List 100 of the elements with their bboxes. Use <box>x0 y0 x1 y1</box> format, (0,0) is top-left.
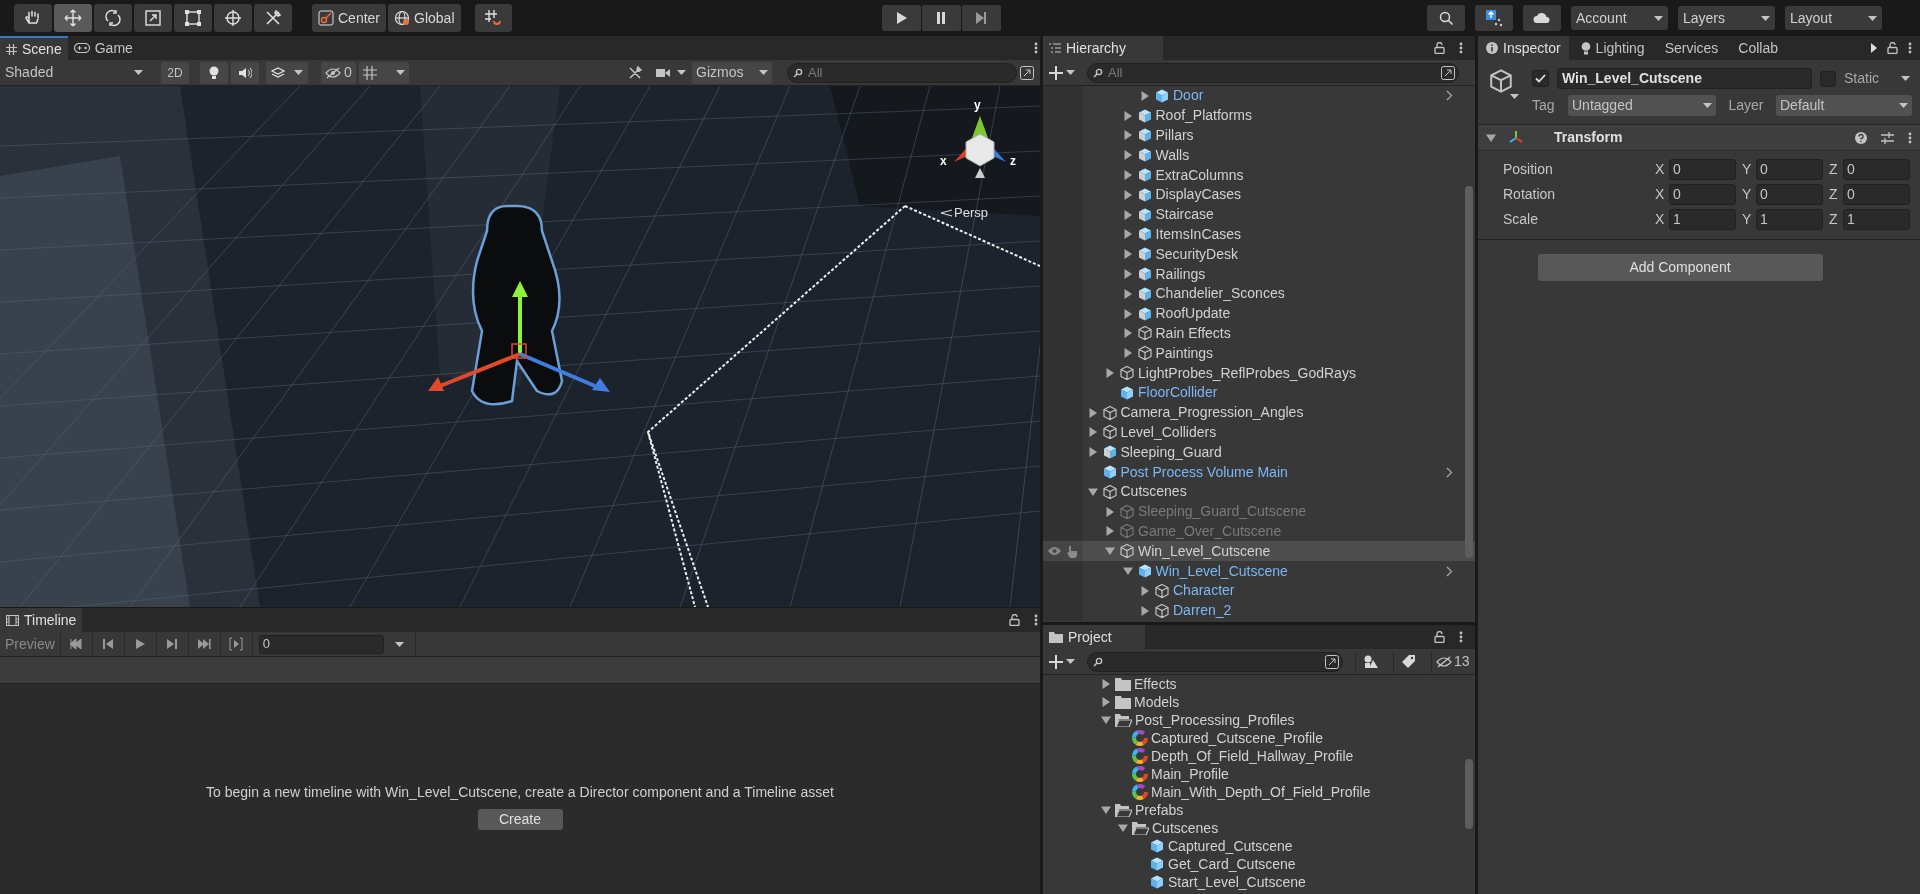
search-field[interactable]: All <box>787 62 1017 83</box>
hand-tool-button[interactable] <box>14 4 52 32</box>
tree-row[interactable]: DisplayCases <box>1043 185 1475 205</box>
tree-toggle-icon[interactable] <box>1122 150 1133 161</box>
pivot-mode-button[interactable]: Center <box>312 4 387 32</box>
layout-dropdown[interactable]: Layout <box>1785 6 1882 30</box>
tree-toggle-icon[interactable] <box>1087 486 1098 497</box>
tree-toggle-icon[interactable] <box>1140 90 1150 101</box>
scrollbar-thumb[interactable] <box>1465 186 1473 558</box>
search-field[interactable]: All <box>1087 62 1459 83</box>
expand-icon[interactable] <box>1020 65 1034 80</box>
tree-row[interactable]: Walls <box>1043 145 1475 166</box>
lock-icon[interactable] <box>1434 42 1445 54</box>
tree-toggle-icon[interactable] <box>1122 308 1133 319</box>
tree-toggle-icon[interactable] <box>1105 526 1115 537</box>
tree-row[interactable]: Captured_Cutscene_Profile <box>1043 729 1475 747</box>
tree-toggle-icon[interactable] <box>1122 249 1133 260</box>
tab-overflow-icon[interactable] <box>1871 43 1877 53</box>
tree-row[interactable]: LightProbes_ReflProbes_GodRays <box>1043 363 1475 383</box>
number-field[interactable]: 0 <box>1756 158 1823 180</box>
grid-dropdown[interactable] <box>358 61 409 84</box>
number-field[interactable]: 0 <box>1843 183 1910 205</box>
number-field[interactable]: 0 <box>1669 158 1736 180</box>
play-button[interactable] <box>881 5 921 31</box>
presets-icon[interactable] <box>1881 131 1894 144</box>
panel-tab[interactable]: Collab <box>1730 36 1787 60</box>
tree-toggle-icon[interactable] <box>1122 229 1133 240</box>
tree-toggle-icon[interactable] <box>1122 566 1133 576</box>
panel-tab[interactable]: Scene <box>0 36 68 60</box>
tree-toggle-icon[interactable] <box>1118 823 1128 833</box>
tree-row[interactable]: Main_Profile <box>1043 765 1475 783</box>
tree-toggle-icon[interactable] <box>1087 427 1098 438</box>
tree-row[interactable]: Pillars <box>1043 125 1475 146</box>
more-options-icon[interactable] <box>1034 614 1038 626</box>
number-field[interactable]: 1 <box>1756 208 1823 230</box>
tree-row[interactable]: Get_Card_Cutscene <box>1043 855 1475 873</box>
search-field[interactable] <box>1087 651 1343 672</box>
tree-toggle-icon[interactable] <box>1122 130 1133 141</box>
tree-toggle-icon[interactable] <box>1101 805 1111 815</box>
tree-row[interactable]: Depth_Of_Field_Hallway_Profile <box>1043 747 1475 765</box>
add-component-button[interactable]: Add Component <box>1537 254 1823 281</box>
layer-dropdown[interactable]: Default <box>1776 95 1912 116</box>
search-button[interactable] <box>1427 5 1465 31</box>
static-options-dropdown[interactable] <box>1901 76 1912 81</box>
tree-toggle-icon[interactable] <box>1105 506 1115 517</box>
tree-row[interactable]: Effects <box>1043 675 1475 693</box>
expand-icon[interactable] <box>1441 65 1455 80</box>
tree-row[interactable]: Cutscenes <box>1043 481 1475 502</box>
tree-toggle-icon[interactable] <box>1122 328 1133 339</box>
panel-tab[interactable]: Hierarchy <box>1043 36 1163 60</box>
number-field[interactable]: 0 <box>1843 158 1910 180</box>
scale-tool-button[interactable] <box>134 4 172 32</box>
active-checkbox[interactable] <box>1532 70 1549 87</box>
hand-pointer-icon[interactable] <box>1066 544 1078 558</box>
chevron-right-icon[interactable] <box>1446 565 1453 577</box>
tag-dropdown[interactable]: Untagged <box>1568 95 1716 116</box>
panel-tab[interactable]: Game <box>67 36 139 60</box>
eye-icon[interactable] <box>1047 546 1062 557</box>
tree-row[interactable]: RoofUpdate <box>1043 303 1475 324</box>
name-field[interactable]: Win_Level_Cutscene <box>1557 68 1812 89</box>
tree-toggle-icon[interactable] <box>1122 348 1133 359</box>
gizmos-dropdown[interactable]: Gizmos <box>692 61 772 84</box>
rotate-tool-button[interactable] <box>94 4 132 32</box>
projection-label[interactable]: Persp <box>954 203 988 223</box>
create-dropdown[interactable] <box>1049 654 1075 669</box>
chevron-right-icon[interactable] <box>1446 90 1453 102</box>
chevron-right-icon[interactable] <box>1446 466 1453 478</box>
tree-row[interactable]: Prefabs <box>1043 801 1475 819</box>
tree-row[interactable]: SecurityDesk <box>1043 244 1475 265</box>
tree-toggle-icon[interactable] <box>1101 679 1111 689</box>
layers-dropdown[interactable]: Layers <box>1678 6 1775 30</box>
lock-icon[interactable] <box>1009 614 1020 626</box>
tree-toggle-icon[interactable] <box>1101 697 1111 707</box>
more-options-icon[interactable] <box>1034 42 1038 54</box>
account-dropdown[interactable]: Account <box>1571 6 1668 30</box>
tree-toggle-icon[interactable] <box>1122 269 1133 280</box>
tree-row[interactable]: FloorCollider <box>1043 382 1475 403</box>
tree-row[interactable]: Captured_Cutscene <box>1043 837 1475 855</box>
panel-tab[interactable]: Timeline <box>0 608 83 632</box>
more-options-icon[interactable] <box>1908 42 1912 54</box>
tree-row[interactable]: Staircase <box>1043 204 1475 225</box>
tree-row[interactable]: Level_Colliders <box>1043 422 1475 443</box>
frame-field[interactable]: 0 <box>258 634 384 654</box>
tree-row[interactable]: Cutscenes <box>1043 819 1475 837</box>
rect-tool-button[interactable] <box>174 4 212 32</box>
tree-row[interactable]: Door <box>1043 86 1475 106</box>
panel-tab[interactable]: Project <box>1043 625 1145 649</box>
panel-tab[interactable]: Lighting <box>1572 36 1653 60</box>
tree-toggle-icon[interactable] <box>1087 447 1098 458</box>
hidden-objects-toggle[interactable]: 0 <box>321 61 356 84</box>
tree-toggle-icon[interactable] <box>1105 368 1115 379</box>
shading-mode-dropdown[interactable]: Shaded <box>0 61 148 84</box>
scrollbar-thumb[interactable] <box>1465 759 1473 829</box>
tree-row[interactable]: Railings <box>1043 264 1475 284</box>
number-field[interactable]: 0 <box>1756 183 1823 205</box>
tree-row[interactable]: ItemsInCases <box>1043 224 1475 245</box>
tree-row[interactable]: Rain Effects <box>1043 323 1475 344</box>
expand-icon[interactable] <box>1325 654 1339 669</box>
tree-row[interactable]: Main_With_Depth_Of_Field_Profile <box>1043 783 1475 801</box>
move-tool-button[interactable] <box>54 4 92 32</box>
